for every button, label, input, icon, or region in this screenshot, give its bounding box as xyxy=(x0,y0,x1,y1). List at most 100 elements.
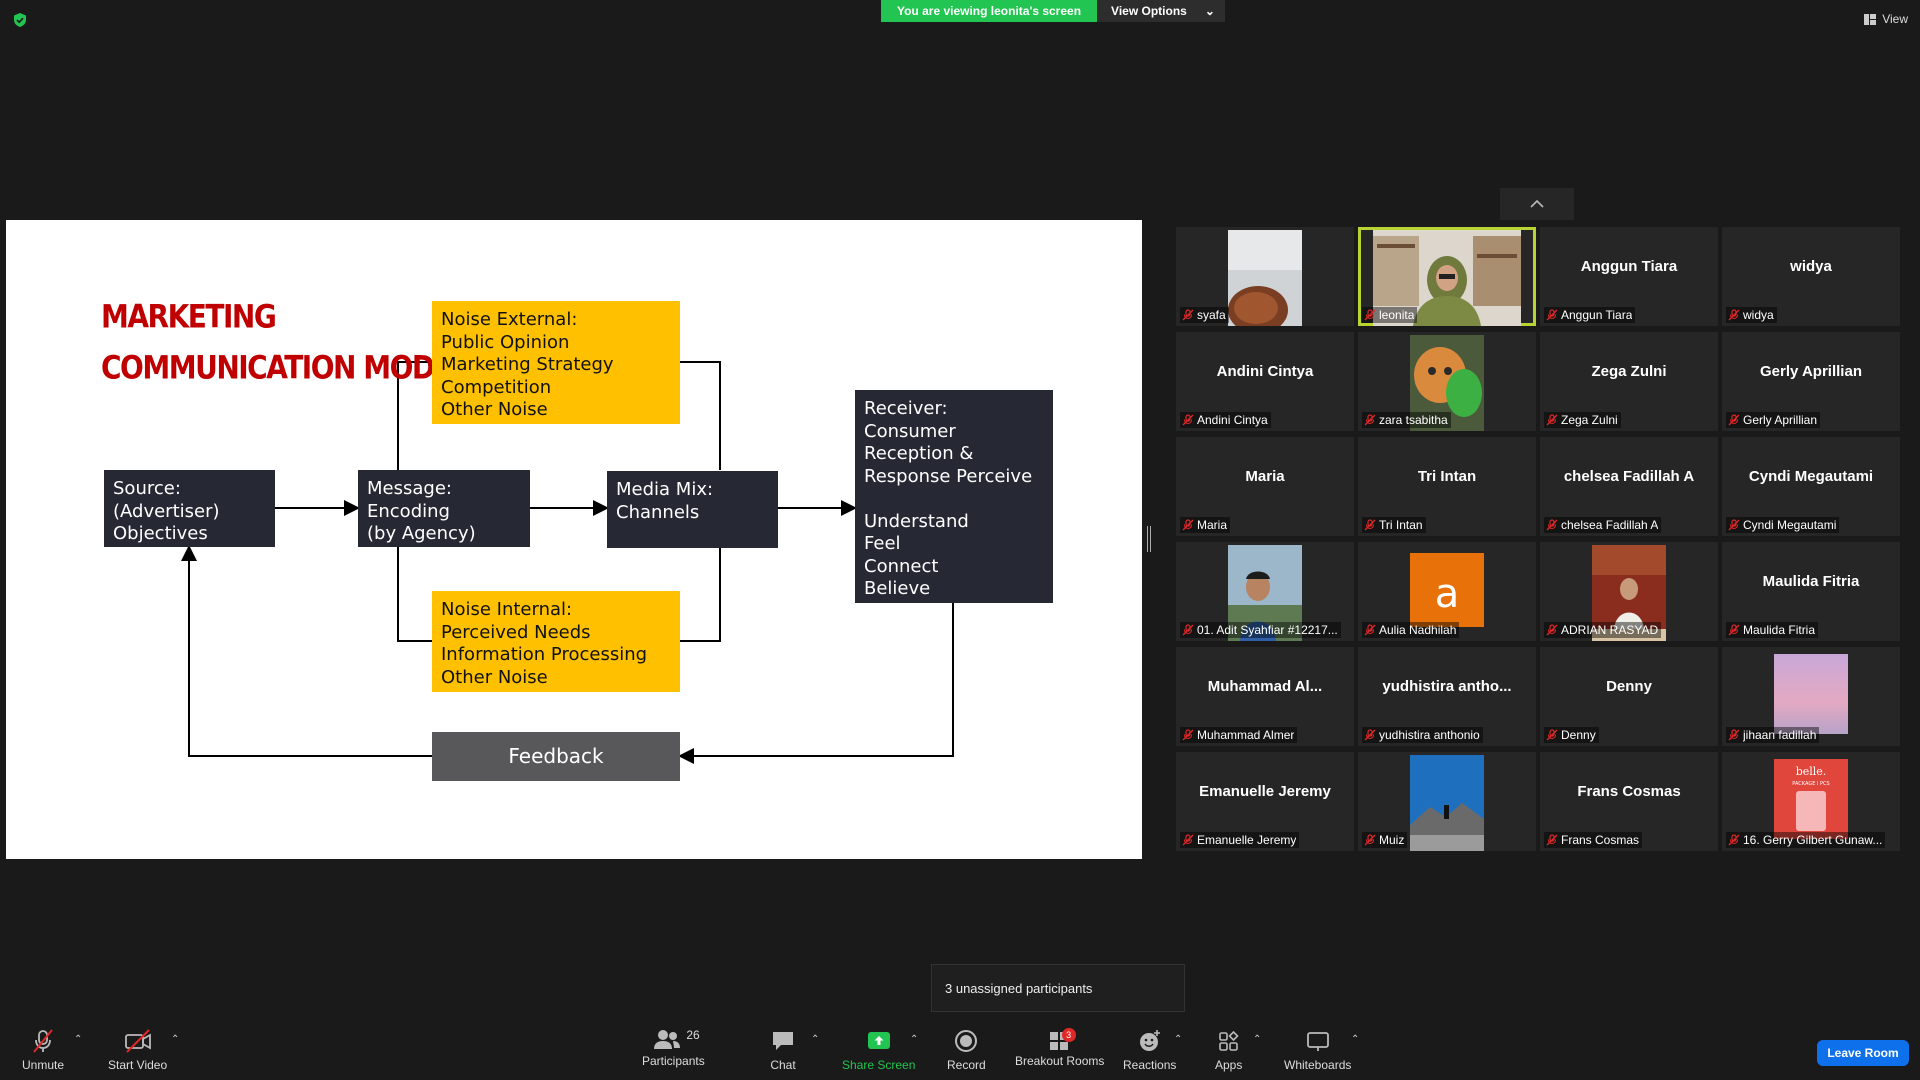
participant-name-label: zara tsabitha xyxy=(1362,412,1451,428)
participant-tile[interactable]: chelsea Fadillah A chelsea Fadillah A xyxy=(1540,437,1718,536)
whiteboards-options-caret[interactable]: ⌃ xyxy=(1351,1034,1359,1045)
participant-display-name: Cyndi Megautami xyxy=(1748,468,1874,485)
mic-off-icon xyxy=(1182,519,1194,531)
participant-name: leonita xyxy=(1379,308,1415,322)
apps-icon xyxy=(1218,1030,1239,1051)
record-button[interactable]: Record xyxy=(947,1028,986,1072)
mic-off-icon xyxy=(1728,729,1740,741)
participant-tile[interactable]: zara tsabitha xyxy=(1358,332,1536,431)
grid-view-icon xyxy=(1864,13,1877,25)
breakout-badge: 3 xyxy=(1061,1028,1076,1042)
participant-tile[interactable]: Zega Zulni Zega Zulni xyxy=(1540,332,1718,431)
participant-name: Denny xyxy=(1561,728,1596,742)
participant-name-label: widya xyxy=(1726,307,1777,323)
audio-options-caret[interactable]: ⌃ xyxy=(74,1034,82,1045)
shield-icon[interactable] xyxy=(12,12,28,28)
participant-name: zara tsabitha xyxy=(1379,413,1448,427)
svg-text:a: a xyxy=(1435,571,1460,617)
participant-name: Maria xyxy=(1197,518,1228,532)
shared-screen-slide: MARKETING COMMUNICATION MODEL Noise Exte… xyxy=(6,220,1142,859)
view-options-button[interactable]: View Options ⌄ xyxy=(1097,0,1225,22)
participant-name: Andini Cintya xyxy=(1197,413,1268,427)
breakout-rooms-button[interactable]: 3 Breakout Rooms xyxy=(1015,1028,1104,1068)
participant-tile[interactable]: a Aulia Nadhilah xyxy=(1358,542,1536,641)
media-mix-box: Media Mix: Channels xyxy=(607,471,778,548)
participant-tile[interactable]: 01. Adit Syahfiar #12217... xyxy=(1176,542,1354,641)
participant-name-label: yudhistira anthonio xyxy=(1362,727,1483,743)
participant-video xyxy=(1373,230,1521,326)
mic-off-icon xyxy=(1364,834,1376,846)
participant-tile[interactable]: jihaan fadillah xyxy=(1722,647,1900,746)
participants-button[interactable]: 26 Participants xyxy=(642,1028,705,1068)
chat-button[interactable]: Chat xyxy=(770,1028,796,1072)
participant-tile[interactable]: belle. PACKAGE I PCS 16. Gerry Gilbert Gun… xyxy=(1722,752,1900,851)
unmute-button[interactable]: Unmute xyxy=(22,1028,64,1072)
reactions-options-caret[interactable]: ⌃ xyxy=(1174,1034,1182,1045)
participant-tile[interactable]: syafa xyxy=(1176,227,1354,326)
leave-room-button[interactable]: Leave Room xyxy=(1817,1040,1909,1066)
svg-text:PACKAGE I PCS: PACKAGE I PCS xyxy=(1792,781,1829,787)
participant-tile[interactable]: Cyndi Megautami Cyndi Megautami xyxy=(1722,437,1900,536)
chat-icon xyxy=(773,1032,793,1050)
participant-tile[interactable]: Denny Denny xyxy=(1540,647,1718,746)
resize-handle[interactable] xyxy=(1147,526,1151,552)
video-options-caret[interactable]: ⌃ xyxy=(171,1034,179,1045)
chat-options-caret[interactable]: ⌃ xyxy=(811,1034,819,1045)
mic-off-icon xyxy=(1182,729,1194,741)
participant-tile[interactable]: Muhammad Al... Muhammad Almer xyxy=(1176,647,1354,746)
participant-display-name: Tri Intan xyxy=(1417,468,1477,485)
source-box: Source: (Advertiser) Objectives xyxy=(104,470,275,547)
participant-video xyxy=(1228,230,1302,326)
participant-tile[interactable]: Maria Maria xyxy=(1176,437,1354,536)
participant-tile[interactable]: Gerly Aprillian Gerly Aprillian xyxy=(1722,332,1900,431)
participant-display-name: Zega Zulni xyxy=(1591,363,1667,380)
participant-tile[interactable]: Tri Intan Tri Intan xyxy=(1358,437,1536,536)
start-video-button[interactable]: Start Video xyxy=(108,1028,167,1072)
participant-tile[interactable]: yudhistira antho... yudhistira anthonio xyxy=(1358,647,1536,746)
mic-off-icon xyxy=(1364,519,1376,531)
participant-tile[interactable]: Muiz xyxy=(1358,752,1536,851)
participant-tile[interactable]: ADRIAN RASYAD xyxy=(1540,542,1718,641)
participant-display-name: Anggun Tiara xyxy=(1580,258,1678,275)
participant-name-label: chelsea Fadillah A xyxy=(1544,517,1662,533)
participant-tile[interactable]: Emanuelle Jeremy Emanuelle Jeremy xyxy=(1176,752,1354,851)
gallery-scroll-up-button[interactable] xyxy=(1500,188,1574,220)
mic-off-icon xyxy=(33,1029,53,1053)
apps-options-caret[interactable]: ⌃ xyxy=(1253,1034,1261,1045)
participant-tile[interactable]: Frans Cosmas Frans Cosmas xyxy=(1540,752,1718,851)
participant-display-name: Gerly Aprillian xyxy=(1760,363,1862,380)
participant-video xyxy=(1410,755,1484,851)
mic-off-icon xyxy=(1728,624,1740,636)
participant-name-label: Anggun Tiara xyxy=(1544,307,1636,323)
share-screen-button[interactable]: Share Screen xyxy=(842,1028,915,1072)
breakout-icon-wrap: 3 xyxy=(1040,1028,1080,1054)
participant-name: 01. Adit Syahfiar #12217... xyxy=(1197,623,1338,637)
participant-name-label: Maria xyxy=(1180,517,1231,533)
participant-tile[interactable]: Maulida Fitria Maulida Fitria xyxy=(1722,542,1900,641)
participant-name: Gerly Aprillian xyxy=(1743,413,1818,427)
participant-name: Muhammad Almer xyxy=(1197,728,1295,742)
participants-icon xyxy=(654,1030,681,1049)
participant-display-name: Maria xyxy=(1245,468,1285,485)
mic-off-icon xyxy=(1728,834,1740,846)
participant-tile[interactable]: leonita xyxy=(1358,227,1536,326)
participant-name: Frans Cosmas xyxy=(1561,833,1640,847)
viewing-banner: You are viewing leonita's screen View Op… xyxy=(881,0,1225,22)
participant-name-label: Denny xyxy=(1544,727,1599,743)
participant-tile[interactable]: widya widya xyxy=(1722,227,1900,326)
mic-off-icon xyxy=(1364,729,1376,741)
participant-name: 16. Gerry Gilbert Gunaw... xyxy=(1743,833,1883,847)
participant-tile[interactable]: Anggun Tiara Anggun Tiara xyxy=(1540,227,1718,326)
reactions-button[interactable]: Reactions xyxy=(1123,1028,1176,1072)
participant-tile[interactable]: Andini Cintya Andini Cintya xyxy=(1176,332,1354,431)
mic-off-icon xyxy=(1182,624,1194,636)
zoom-window: You are viewing leonita's screen View Op… xyxy=(0,0,1920,1080)
share-options-caret[interactable]: ⌃ xyxy=(910,1034,918,1045)
mic-off-icon xyxy=(1728,414,1740,426)
view-button[interactable]: View xyxy=(1864,12,1908,26)
participant-display-name: Andini Cintya xyxy=(1216,363,1314,380)
whiteboard-icon xyxy=(1306,1032,1329,1051)
whiteboards-button[interactable]: Whiteboards xyxy=(1284,1028,1351,1072)
apps-button[interactable]: Apps xyxy=(1215,1028,1242,1072)
participant-display-name: Muhammad Al... xyxy=(1207,678,1323,695)
